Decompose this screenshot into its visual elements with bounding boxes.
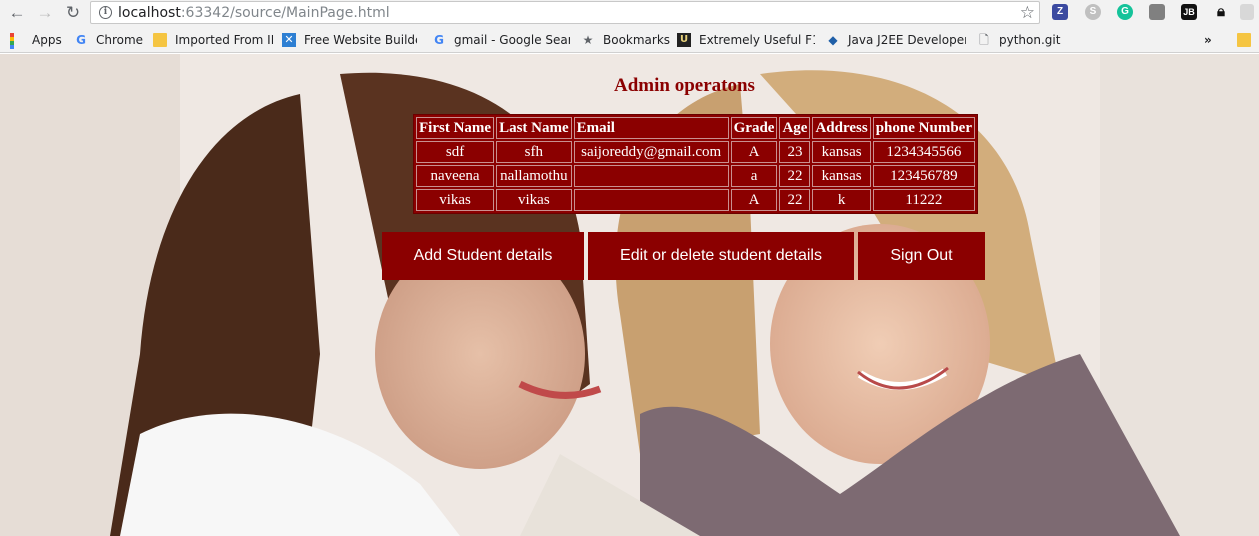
main-page: Admin operatons First Name Last Name Ema… bbox=[0, 54, 1259, 536]
edit-delete-student-button[interactable]: Edit or delete student details bbox=[588, 232, 854, 280]
table-cell bbox=[573, 165, 729, 187]
bookmark-label: Extremely Useful F1 V bbox=[699, 33, 815, 47]
table-header-row: First Name Last Name Email Grade Age Add… bbox=[416, 117, 975, 139]
apps-grid-icon bbox=[10, 33, 24, 49]
table-cell: saijoreddy@gmail.com bbox=[573, 141, 729, 163]
table-cell: 123456789 bbox=[872, 165, 975, 187]
skype-extension-icon[interactable]: S bbox=[1085, 4, 1101, 20]
bookmark-label: Chrome bbox=[96, 33, 144, 47]
forward-icon[interactable]: → bbox=[35, 3, 55, 23]
table-cell: 23 bbox=[779, 141, 811, 163]
table-cell: A bbox=[730, 189, 778, 211]
table-cell: kansas bbox=[812, 141, 871, 163]
table-cell: 22 bbox=[779, 165, 811, 187]
column-header: Grade bbox=[730, 117, 778, 139]
reload-icon[interactable]: ↻ bbox=[63, 3, 83, 23]
bookmark-chrome[interactable]: G Chrome bbox=[74, 31, 149, 49]
table-cell: 1234345566 bbox=[872, 141, 975, 163]
table-cell: 22 bbox=[779, 189, 811, 211]
x-logo-icon: ✕ bbox=[282, 33, 296, 47]
zotero-extension-icon[interactable]: Z bbox=[1052, 4, 1068, 20]
table-cell: k bbox=[812, 189, 871, 211]
bookmark-gmail-search[interactable]: G gmail - Google Searc bbox=[432, 31, 570, 49]
add-student-button[interactable]: Add Student details bbox=[382, 232, 584, 280]
column-header: Address bbox=[812, 117, 871, 139]
browser-toolbar: ← → ↻ i localhost:63342/source/MainPage.… bbox=[0, 0, 1259, 26]
table-cell: vikas bbox=[496, 189, 572, 211]
url-path: :63342/source/MainPage.html bbox=[180, 5, 390, 21]
document-icon: 🗋︎ bbox=[979, 33, 989, 47]
bookmark-label: Apps bbox=[32, 33, 62, 47]
url-host: localhost bbox=[118, 5, 181, 21]
folder-icon bbox=[153, 33, 167, 47]
bookmark-python-git[interactable]: 🗋︎ python.git bbox=[977, 31, 1062, 49]
table-cell: A bbox=[730, 141, 778, 163]
table-cell: sdf bbox=[416, 141, 495, 163]
bookmark-label: python.git bbox=[999, 33, 1061, 47]
bookmarks-overflow-icon[interactable]: » bbox=[1204, 31, 1218, 49]
address-bar[interactable]: i localhost:63342/source/MainPage.html ☆ bbox=[90, 1, 1040, 24]
bookmark-label: Free Website Builder bbox=[304, 33, 417, 47]
other-bookmarks-folder[interactable] bbox=[1237, 31, 1253, 49]
google-g-icon: G bbox=[76, 33, 86, 47]
bookmark-free-website-builder[interactable]: ✕ Free Website Builder bbox=[282, 31, 417, 49]
bookmarks-bar: Apps G Chrome Imported From IE ✕ Free We… bbox=[0, 26, 1259, 53]
table-cell: vikas bbox=[416, 189, 495, 211]
column-header: phone Number bbox=[872, 117, 975, 139]
table-cell: naveena bbox=[416, 165, 495, 187]
column-header: First Name bbox=[416, 117, 495, 139]
url-text: localhost:63342/source/MainPage.html bbox=[118, 5, 390, 21]
column-header: Last Name bbox=[496, 117, 572, 139]
bookmark-label: Bookmarks bbox=[603, 33, 671, 47]
table-cell: sfh bbox=[496, 141, 572, 163]
extension-icon[interactable] bbox=[1149, 4, 1165, 20]
u-logo-icon: U bbox=[677, 33, 691, 47]
bookmark-extremely-useful[interactable]: U Extremely Useful F1 V bbox=[677, 31, 815, 49]
table-row: naveena nallamothu a 22 kansas 123456789 bbox=[416, 165, 975, 187]
bookmark-star-icon[interactable]: ☆ bbox=[1020, 3, 1035, 23]
table-cell bbox=[573, 189, 729, 211]
column-header: Email bbox=[573, 117, 729, 139]
page-title: Admin operatons bbox=[614, 75, 755, 96]
folder-icon bbox=[1237, 33, 1251, 47]
table-cell: kansas bbox=[812, 165, 871, 187]
back-icon[interactable]: ← bbox=[7, 3, 27, 23]
star-icon: ★ bbox=[582, 33, 594, 47]
bookmark-label: Imported From IE bbox=[175, 33, 273, 47]
table-cell: a bbox=[730, 165, 778, 187]
profile-icon[interactable] bbox=[1240, 4, 1254, 20]
bookmark-apps[interactable]: Apps bbox=[10, 31, 70, 49]
table-cell: 11222 bbox=[872, 189, 975, 211]
table-cell: nallamothu bbox=[496, 165, 572, 187]
bookmark-java-j2ee[interactable]: ◆ Java J2EE Developer a bbox=[826, 31, 966, 49]
table-row: vikas vikas A 22 k 11222 bbox=[416, 189, 975, 211]
grammarly-extension-icon[interactable]: G bbox=[1117, 4, 1133, 20]
jetbrains-extension-icon[interactable]: JB bbox=[1181, 4, 1197, 20]
info-icon[interactable]: i bbox=[99, 6, 112, 19]
bookmark-label: Java J2EE Developer a bbox=[848, 33, 966, 47]
google-g-icon: G bbox=[434, 33, 444, 47]
lock-icon[interactable]: 🔒︎ bbox=[1213, 4, 1229, 20]
students-table: First Name Last Name Email Grade Age Add… bbox=[413, 114, 978, 214]
bookmark-label: gmail - Google Searc bbox=[454, 33, 570, 47]
bookmark-bookmarks[interactable]: ★ Bookmarks bbox=[581, 31, 671, 49]
table-row: sdf sfh saijoreddy@gmail.com A 23 kansas… bbox=[416, 141, 975, 163]
diamond-icon: ◆ bbox=[828, 33, 838, 47]
sign-out-button[interactable]: Sign Out bbox=[858, 232, 985, 280]
column-header: Age bbox=[779, 117, 811, 139]
bookmark-imported-from-ie[interactable]: Imported From IE bbox=[153, 31, 273, 49]
